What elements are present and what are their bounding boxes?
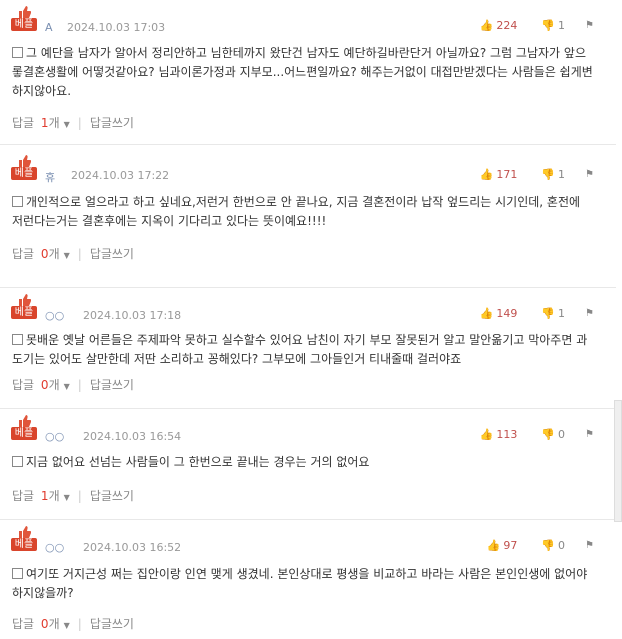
memo-icon <box>12 456 23 467</box>
like-button[interactable]: 👍 97 <box>487 539 518 552</box>
divider: | <box>77 377 82 392</box>
caret-down-icon: ▼ <box>63 120 70 129</box>
vote-group: 👍 97 👎 0 ⚑ <box>487 539 594 552</box>
comment-footer: 답글 1개 ▼ | 답글쓰기 <box>12 487 134 504</box>
dislike-icon: 👎 <box>541 19 556 32</box>
caret-down-icon: ▼ <box>63 382 70 391</box>
comment-body: 지금 없어요 선넘는 사람들이 그 한번으로 끝내는 경우는 거의 없어요 <box>12 453 594 472</box>
dislike-icon: 👎 <box>541 307 556 320</box>
thumb-up-icon <box>19 6 31 18</box>
vote-group: 👍 113 👎 0 ⚑ <box>480 428 594 441</box>
report-icon[interactable]: ⚑ <box>585 20 594 31</box>
comment-footer: 답글 0개 ▼ | 답글쓰기 <box>12 245 134 262</box>
reply-toggle[interactable]: 답글 0개 ▼ <box>12 245 70 262</box>
memo-icon <box>12 334 23 345</box>
like-icon: 👍 <box>479 168 494 181</box>
dislike-button[interactable]: 👎 0 <box>541 428 565 441</box>
like-button[interactable]: 👍 113 <box>480 428 518 441</box>
best-badge-group: 베플 <box>11 415 37 440</box>
comment-item: 베플 ○○ 2024.10.03 16:54 👍 113 👎 0 ⚑ 지금 없어요 … <box>0 409 616 520</box>
best-badge-group: 베플 <box>11 294 37 319</box>
memo-icon <box>12 196 23 207</box>
comment-body: 그 예단을 남자가 알아서 정리안하고 님한테까지 왔단건 남자도 예단하길바란… <box>12 46 593 98</box>
reply-toggle[interactable]: 답글 0개 ▼ <box>12 376 70 393</box>
comment-author[interactable]: ○○ <box>45 309 64 322</box>
reply-toggle[interactable]: 답글 1개 ▼ <box>12 114 70 131</box>
like-button[interactable]: 👍 224 <box>480 19 518 32</box>
comment-footer: 답글 1개 ▼ | 답글쓰기 <box>12 114 134 131</box>
comment-footer: 답글 0개 ▼ | 답글쓰기 <box>12 376 134 393</box>
comment-date: 2024.10.03 17:18 <box>83 309 182 322</box>
comment-date: 2024.10.03 17:03 <box>67 21 166 34</box>
best-badge: 베플 <box>11 167 37 180</box>
dislike-icon: 👎 <box>541 168 556 181</box>
divider: | <box>77 488 82 503</box>
vote-group: 👍 224 👎 1 ⚑ <box>480 19 594 32</box>
like-icon: 👍 <box>479 307 494 320</box>
memo-icon <box>12 568 23 579</box>
comment-list: 베플 A 2024.10.03 17:03 👍 224 👎 1 ⚑ 그 예단을 남자… <box>0 0 616 639</box>
comment-item: 베플 A 2024.10.03 17:03 👍 224 👎 1 ⚑ 그 예단을 남자… <box>0 0 616 145</box>
divider: | <box>77 115 82 130</box>
comment-item: 베플 휴 2024.10.03 17:22 👍 171 👎 1 ⚑ 개인적으로 얼으… <box>0 145 616 288</box>
thumb-up-icon <box>19 294 31 306</box>
caret-down-icon: ▼ <box>63 621 70 630</box>
comment-author[interactable]: A <box>45 21 53 34</box>
write-reply-link[interactable]: 답글쓰기 <box>90 615 134 632</box>
comment-date: 2024.10.03 16:54 <box>83 430 182 443</box>
dislike-button[interactable]: 👎 1 <box>541 168 565 181</box>
caret-down-icon: ▼ <box>63 251 70 260</box>
dislike-icon: 👎 <box>541 428 556 441</box>
write-reply-link[interactable]: 답글쓰기 <box>90 245 134 262</box>
like-button[interactable]: 👍 149 <box>480 307 518 320</box>
thumb-up-icon <box>19 415 31 427</box>
comment-item: 베플 ○○ 2024.10.03 17:18 👍 149 👎 1 ⚑ 못배운 옛날 … <box>0 288 616 409</box>
comment-footer: 답글 0개 ▼ | 답글쓰기 <box>12 615 134 632</box>
comment-author[interactable]: ○○ <box>45 430 64 443</box>
comment-body: 여기또 거지근성 쩌는 집안이랑 인연 맺게 생겼네. 본인상대로 평생을 비교… <box>12 567 588 600</box>
write-reply-link[interactable]: 답글쓰기 <box>90 376 134 393</box>
like-icon: 👍 <box>486 539 501 552</box>
comment-date: 2024.10.03 16:52 <box>83 541 182 554</box>
reply-toggle[interactable]: 답글 0개 ▼ <box>12 615 70 632</box>
vote-group: 👍 149 👎 1 ⚑ <box>480 307 594 320</box>
best-badge-group: 베플 <box>11 6 37 31</box>
dislike-button[interactable]: 👎 1 <box>541 307 565 320</box>
caret-down-icon: ▼ <box>63 493 70 502</box>
reply-toggle[interactable]: 답글 1개 ▼ <box>12 487 70 504</box>
comment-body: 못배운 옛날 어른들은 주제파악 못하고 실수할수 있어요 남친이 자기 부모 … <box>12 333 588 366</box>
report-icon[interactable]: ⚑ <box>585 169 594 180</box>
side-scroll-tab[interactable] <box>614 400 622 522</box>
thumb-up-icon <box>19 526 31 538</box>
report-icon[interactable]: ⚑ <box>585 540 594 551</box>
comment-item: 베플 ○○ 2024.10.03 16:52 👍 97 👎 0 ⚑ 여기또 거지근성… <box>0 520 616 639</box>
thumb-up-icon <box>19 155 31 167</box>
vote-group: 👍 171 👎 1 ⚑ <box>480 168 594 181</box>
comment-body: 개인적으로 얼으라고 하고 싶네요,저런거 한번으로 안 끝나요, 지금 결혼전… <box>12 195 581 228</box>
dislike-icon: 👎 <box>541 539 556 552</box>
report-icon[interactable]: ⚑ <box>585 429 594 440</box>
divider: | <box>77 616 82 631</box>
best-badge: 베플 <box>11 427 37 440</box>
memo-icon <box>12 47 23 58</box>
write-reply-link[interactable]: 답글쓰기 <box>90 114 134 131</box>
best-badge: 베플 <box>11 538 37 551</box>
like-icon: 👍 <box>479 428 494 441</box>
best-badge-group: 베플 <box>11 155 37 180</box>
best-badge: 베플 <box>11 18 37 31</box>
comment-author[interactable]: 휴 <box>45 169 55 185</box>
best-badge: 베플 <box>11 306 37 319</box>
divider: | <box>77 246 82 261</box>
best-badge-group: 베플 <box>11 526 37 551</box>
like-button[interactable]: 👍 171 <box>480 168 518 181</box>
like-icon: 👍 <box>479 19 494 32</box>
comment-author[interactable]: ○○ <box>45 541 64 554</box>
write-reply-link[interactable]: 답글쓰기 <box>90 487 134 504</box>
dislike-button[interactable]: 👎 1 <box>541 19 565 32</box>
report-icon[interactable]: ⚑ <box>585 308 594 319</box>
dislike-button[interactable]: 👎 0 <box>541 539 565 552</box>
comment-date: 2024.10.03 17:22 <box>71 169 170 182</box>
